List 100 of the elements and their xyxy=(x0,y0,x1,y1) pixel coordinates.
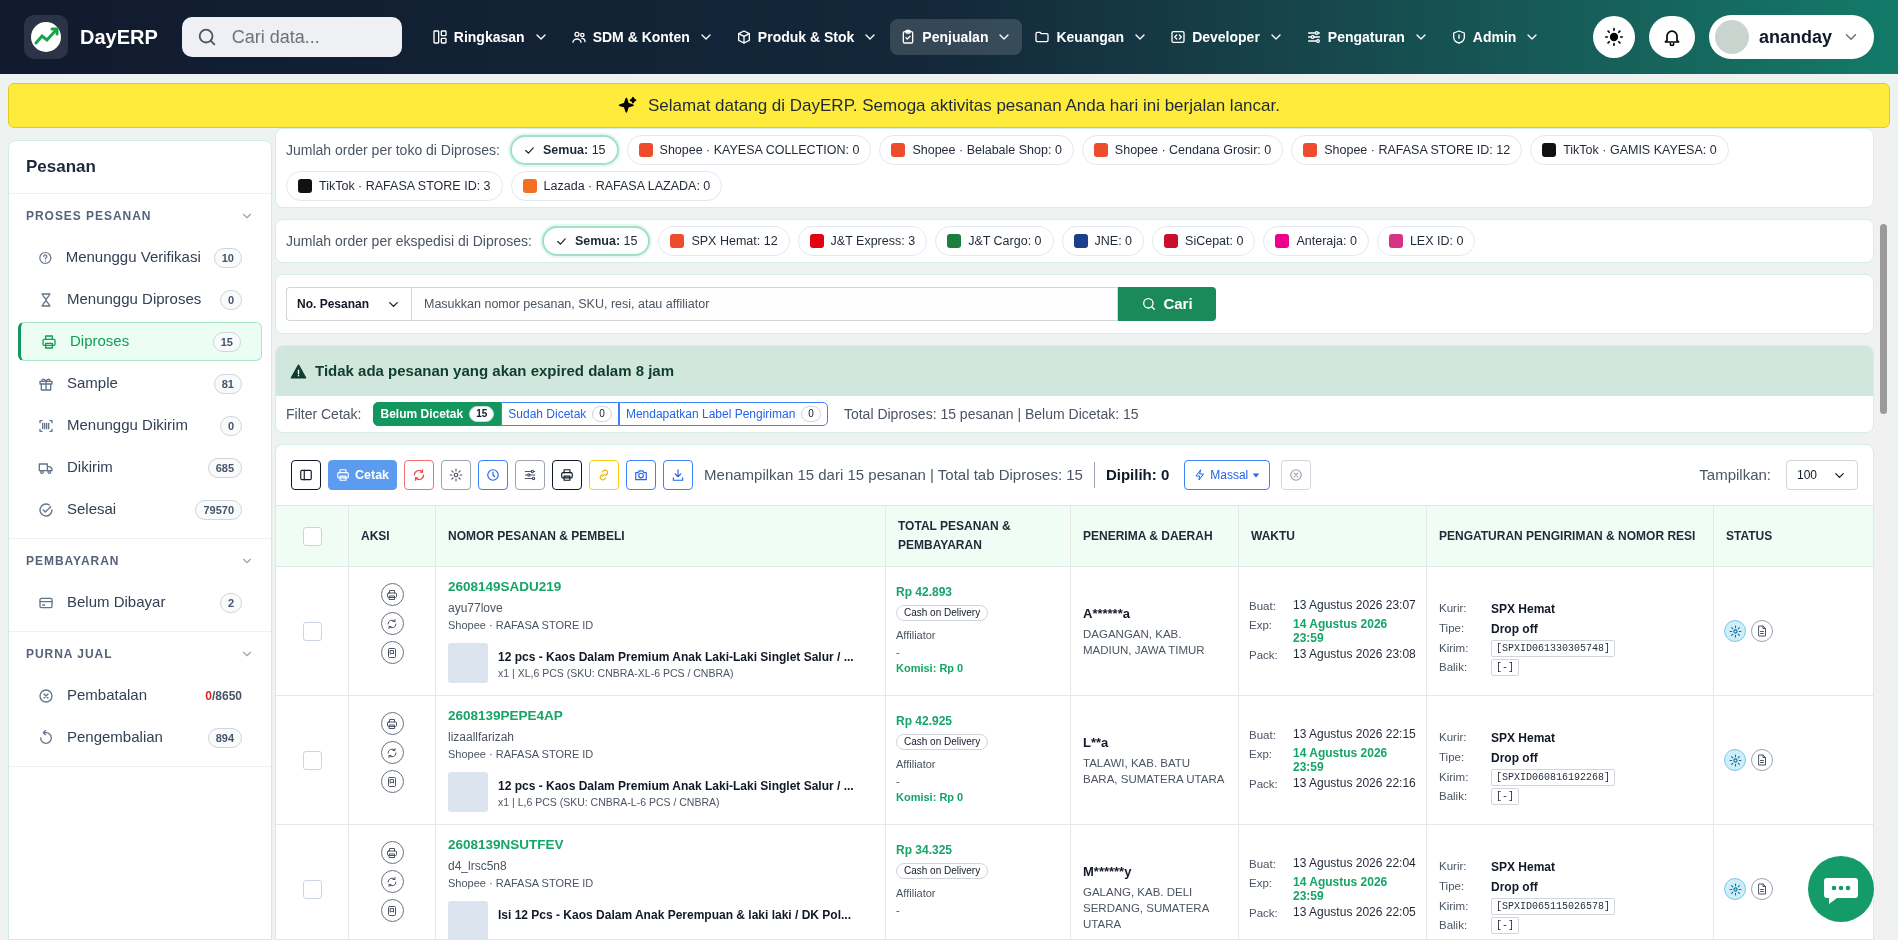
product-name: Isi 12 Pcs - Kaos Dalam Anak Perempuan & laki laki / DK Pol... xyxy=(498,906,852,924)
sidebar-item[interactable]: Menunggu Diproses 0 xyxy=(18,280,262,319)
print-filter-tab[interactable]: Belum Dicetak 15 xyxy=(373,402,502,426)
filter-chip[interactable]: Shopee · Cendana Grosir: 0 xyxy=(1081,135,1284,165)
x-circle-icon xyxy=(1289,468,1304,482)
filter-chip[interactable]: SiCepat: 0 xyxy=(1152,226,1256,256)
section-header[interactable]: PEMBAYARAN xyxy=(9,539,271,583)
search-button[interactable]: Cari xyxy=(1118,287,1216,321)
bell-icon xyxy=(1662,27,1682,47)
filter-chip[interactable]: LEX ID: 0 xyxy=(1376,226,1476,256)
time-label: Exp: xyxy=(1249,747,1273,763)
welcome-message: Selamat datang di DayERP. Semoga aktivitas pesanan Anda hari ini berjalan lancar. xyxy=(648,94,1280,117)
printer-icon xyxy=(560,468,575,482)
filter-chip[interactable]: SPX Hemat: 12 xyxy=(658,226,790,256)
row-checkbox[interactable] xyxy=(302,621,322,641)
select-all-checkbox[interactable] xyxy=(302,526,322,546)
theme-toggle-button[interactable] xyxy=(1593,16,1635,58)
nav-menu[interactable]: Ringkasan xyxy=(421,19,559,55)
settings-button[interactable] xyxy=(1724,878,1746,900)
section-header[interactable]: PROSES PESANAN xyxy=(9,194,271,238)
nav-menu[interactable]: SDM & Konten xyxy=(560,19,724,55)
affiliator-value: - xyxy=(896,773,900,789)
affiliator-label: Affiliator xyxy=(896,757,936,772)
search-field[interactable]: Cari data... xyxy=(181,17,402,57)
sidebar-item[interactable]: Selesai 79570 xyxy=(18,490,262,529)
bulk-action-dropdown[interactable]: Massal xyxy=(1184,460,1271,490)
check-circle-icon xyxy=(38,501,54,518)
sidebar-toggle-button[interactable] xyxy=(291,460,321,490)
filter-label: Filter Cetak: xyxy=(286,404,362,424)
product-name: 12 pcs - Kaos Dalam Premium Anak Laki-Laki Singlet Salur / ... xyxy=(498,648,854,666)
row-checkbox[interactable] xyxy=(302,750,322,770)
box-icon xyxy=(735,29,752,45)
shipping-value: SPX Hemat xyxy=(1491,730,1556,747)
camera-button[interactable] xyxy=(626,460,657,490)
filter-chip[interactable]: Lazada · RAFASA LAZADA: 0 xyxy=(510,171,723,201)
order-total: Rp 34.325 xyxy=(896,842,953,859)
filter-chip[interactable]: Shopee · Belabale Shop: 0 xyxy=(879,135,1074,165)
filter-chip[interactable]: TikTok · GAMIS KAYESA: 0 xyxy=(1530,135,1729,165)
time-label: Buat: xyxy=(1249,857,1277,872)
page-size-select[interactable]: 100 xyxy=(1786,460,1858,490)
filter-chip[interactable]: Semua: 15 xyxy=(510,135,619,165)
shipping-value: Drop off xyxy=(1491,621,1538,638)
column-header: PENGATURAN PENGIRIMAN & NOMOR RESI xyxy=(1439,527,1696,545)
sidebar-item[interactable]: Sample 81 xyxy=(18,364,262,403)
refresh-button[interactable] xyxy=(404,460,435,490)
row-checkbox[interactable] xyxy=(302,879,322,899)
shipping-label: Kirim: xyxy=(1439,641,1470,656)
sidebar-item[interactable]: Belum Dibayar 2 xyxy=(18,583,262,622)
shipping-value: Drop off xyxy=(1491,879,1538,896)
sidebar-item[interactable]: Dikirim 685 xyxy=(18,448,262,487)
count-badge: 0 xyxy=(219,289,242,310)
filter-chip[interactable]: Semua: 15 xyxy=(541,226,651,256)
settings-button[interactable] xyxy=(1724,749,1746,771)
scrollbar-thumb[interactable] xyxy=(1879,224,1887,414)
print-action-button[interactable] xyxy=(380,583,404,606)
sidebar-item[interactable]: Pembatalan 0/8650 xyxy=(18,676,262,715)
settings-button[interactable] xyxy=(441,460,472,490)
nav-menu[interactable]: Developer xyxy=(1160,19,1294,55)
nav-menu[interactable]: Keuangan xyxy=(1024,19,1159,55)
sidebar-item[interactable]: Menunggu Dikirim 0 xyxy=(18,406,262,445)
filter-chip[interactable]: Anteraja: 0 xyxy=(1263,226,1369,256)
refresh-icon xyxy=(386,617,398,630)
document-icon xyxy=(1756,754,1768,766)
sliders-icon xyxy=(1305,29,1322,45)
count-badge: 79570 xyxy=(195,499,242,520)
order-total: Rp 42.925 xyxy=(896,713,953,730)
alert-text: Tidak ada pesanan yang akan expired dalam 8 jam xyxy=(315,360,675,381)
settings-button[interactable] xyxy=(1724,620,1746,642)
logo-icon xyxy=(522,179,537,193)
order-search-field[interactable]: Masukkan nomor pesanan, SKU, resi, atau affiliator xyxy=(411,287,1118,321)
print-filter-tab[interactable]: Sudah Dicetak 0 xyxy=(501,402,619,426)
sidebar-item[interactable]: Menunggu Verifikasi 10 xyxy=(18,238,262,277)
shipping-label: Balik: xyxy=(1439,660,1469,676)
filter-chip[interactable]: Shopee · KAYESA COLLECTION: 0 xyxy=(626,135,872,165)
printer-icon xyxy=(336,468,350,482)
print-filter-tab[interactable]: Mendapatkan Label Pengiriman 0 xyxy=(618,402,828,426)
app-name: DayERP xyxy=(80,25,158,50)
sidebar-item[interactable]: Diproses 15 xyxy=(18,322,262,361)
chat-button[interactable] xyxy=(1808,856,1874,922)
page-size-label: Tampilkan: xyxy=(1699,464,1771,485)
filter-chip[interactable]: J&T Cargo: 0 xyxy=(935,226,1054,256)
shipping-label: Kirim: xyxy=(1439,899,1470,914)
shipping-value: SPX Hemat xyxy=(1491,601,1556,618)
nav-menu[interactable]: Pengaturan xyxy=(1295,19,1439,55)
notification-button[interactable] xyxy=(1649,16,1695,58)
section-header[interactable]: PURNA JUAL xyxy=(9,632,271,676)
nav-menu[interactable]: Admin xyxy=(1440,19,1551,55)
printer-button[interactable] xyxy=(552,460,583,490)
nav-menu[interactable]: Produk & Stok xyxy=(725,19,889,55)
sidebar-item[interactable]: Pengembalian 894 xyxy=(18,718,262,757)
nav-menu[interactable]: Penjualan xyxy=(890,19,1023,55)
filter-chip[interactable]: TikTok · RAFASA STORE ID: 3 xyxy=(286,171,503,201)
filter-button[interactable] xyxy=(515,460,546,490)
download-button[interactable] xyxy=(663,460,694,490)
clock-icon xyxy=(486,468,501,482)
history-button[interactable] xyxy=(478,460,509,490)
filter-chip[interactable]: J&T Express: 3 xyxy=(797,226,928,256)
user-menu[interactable]: ananday xyxy=(1709,15,1874,59)
filter-chip[interactable]: JNE: 0 xyxy=(1061,226,1145,256)
filter-chip[interactable]: Shopee · RAFASA STORE ID: 12 xyxy=(1291,135,1523,165)
